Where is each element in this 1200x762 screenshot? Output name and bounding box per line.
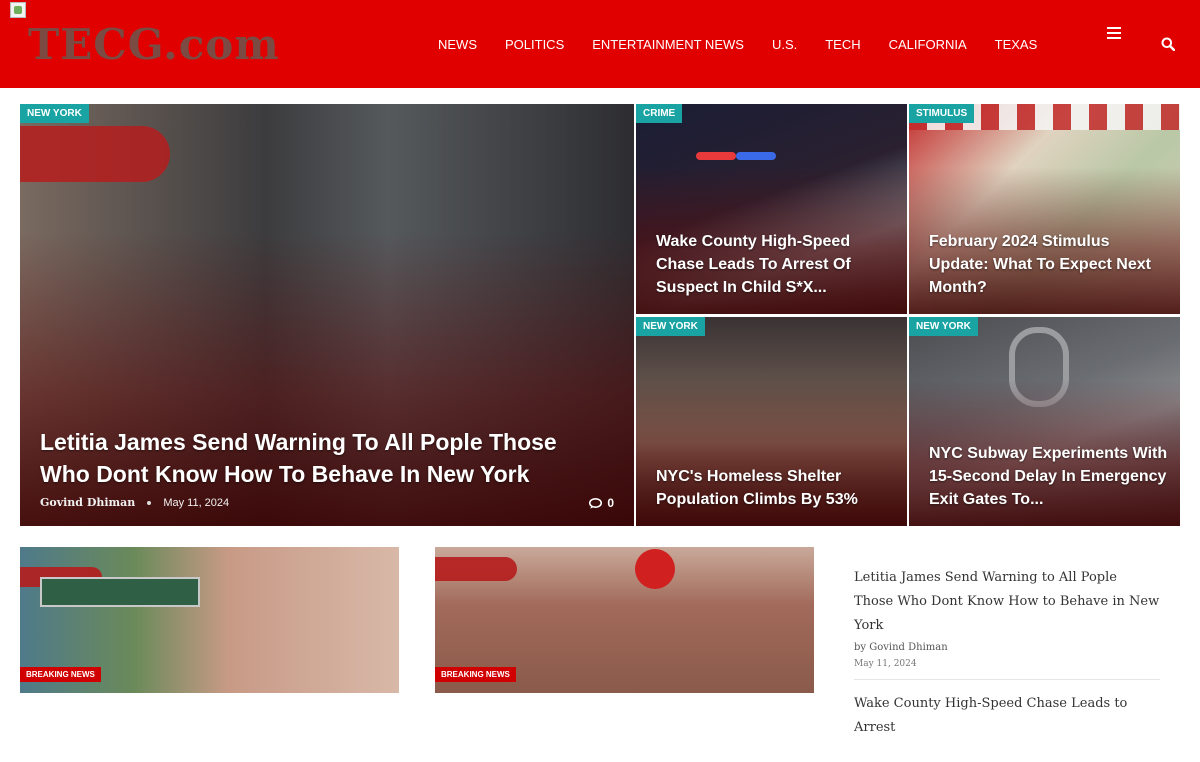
comment-count[interactable]: 0 xyxy=(589,496,614,510)
featured-tile-subway[interactable]: NEW YORK NYC Subway Experiments With 15-… xyxy=(909,317,1180,526)
nav-item-tech[interactable]: TECH xyxy=(811,37,874,53)
site-header: TECG.com NEWS POLITICS ENTERTAINMENT NEW… xyxy=(0,0,1200,88)
breaking-news-badge[interactable]: BREAKING NEWS xyxy=(20,667,101,682)
list-item-date: May 11, 2024 xyxy=(854,659,917,669)
featured-tile-homeless[interactable]: NEW YORK NYC's Homeless Shelter Populati… xyxy=(636,317,907,526)
category-badge[interactable]: NEW YORK xyxy=(909,317,978,336)
school-sign xyxy=(40,577,200,607)
list-item-title[interactable]: Wake County High-Speed Chase Leads to Ar… xyxy=(854,692,1160,740)
list-item-author[interactable]: by Govind Dhiman xyxy=(854,642,1160,653)
list-item-title[interactable]: Letitia James Send Warning to All Pople … xyxy=(854,566,1160,638)
featured-main-title[interactable]: Letitia James Send Warning To All Pople … xyxy=(40,426,610,490)
tile-title[interactable]: Wake County High-Speed Chase Leads To Ar… xyxy=(656,230,896,299)
poppy-emblem xyxy=(635,549,675,589)
category-badge[interactable]: CRIME xyxy=(636,104,683,123)
site-logo[interactable]: TECG.com xyxy=(28,20,280,69)
nav-item-california[interactable]: CALIFORNIA xyxy=(875,37,981,53)
nav-item-politics[interactable]: POLITICS xyxy=(491,37,578,53)
main-nav: NEWS POLITICS ENTERTAINMENT NEWS U.S. TE… xyxy=(424,37,1051,53)
comment-icon xyxy=(589,497,603,509)
list-item[interactable]: Wake County High-Speed Chase Leads to Ar… xyxy=(854,692,1160,750)
nav-item-us[interactable]: U.S. xyxy=(758,37,811,53)
featured-main-tile[interactable]: NEW YORK Letitia James Send Warning To A… xyxy=(20,104,634,526)
recent-posts-list: Letitia James Send Warning to All Pople … xyxy=(854,566,1160,762)
breaking-news-badge[interactable]: BREAKING NEWS xyxy=(435,667,516,682)
post-author[interactable]: Govind Dhiman xyxy=(40,496,135,509)
tile-title[interactable]: NYC Subway Experiments With 15-Second De… xyxy=(929,442,1169,511)
nav-item-news[interactable]: NEWS xyxy=(424,37,491,53)
watermark-logo xyxy=(435,557,517,581)
category-badge[interactable]: NEW YORK xyxy=(20,104,89,123)
category-badge[interactable]: STIMULUS xyxy=(909,104,975,123)
meta-separator xyxy=(147,500,152,505)
nav-item-texas[interactable]: TEXAS xyxy=(981,37,1052,53)
post-meta: Govind Dhiman May 11, 2024 xyxy=(40,496,229,509)
category-badge[interactable]: NEW YORK xyxy=(636,317,705,336)
search-icon[interactable] xyxy=(1161,37,1175,51)
tile-title[interactable]: February 2024 Stimulus Update: What To E… xyxy=(929,230,1169,299)
comment-count-value: 0 xyxy=(607,496,614,510)
nav-item-entertainment-news[interactable]: ENTERTAINMENT NEWS xyxy=(578,37,758,53)
article-card[interactable]: BREAKING NEWS xyxy=(435,547,814,693)
logo-image-icon xyxy=(10,2,26,18)
siren-light xyxy=(696,152,736,160)
featured-tile-stimulus[interactable]: STIMULUS February 2024 Stimulus Update: … xyxy=(909,104,1180,314)
siren-light xyxy=(736,152,776,160)
watermark-logo xyxy=(20,126,170,182)
post-date: May 11, 2024 xyxy=(163,496,230,509)
hamburger-icon[interactable] xyxy=(1107,27,1121,39)
list-item[interactable]: Letitia James Send Warning to All Pople … xyxy=(854,566,1160,680)
tile-title[interactable]: NYC's Homeless Shelter Population Climbs… xyxy=(656,465,896,511)
featured-tile-crime[interactable]: CRIME Wake County High-Speed Chase Leads… xyxy=(636,104,907,314)
article-card[interactable]: BREAKING NEWS xyxy=(20,547,399,693)
